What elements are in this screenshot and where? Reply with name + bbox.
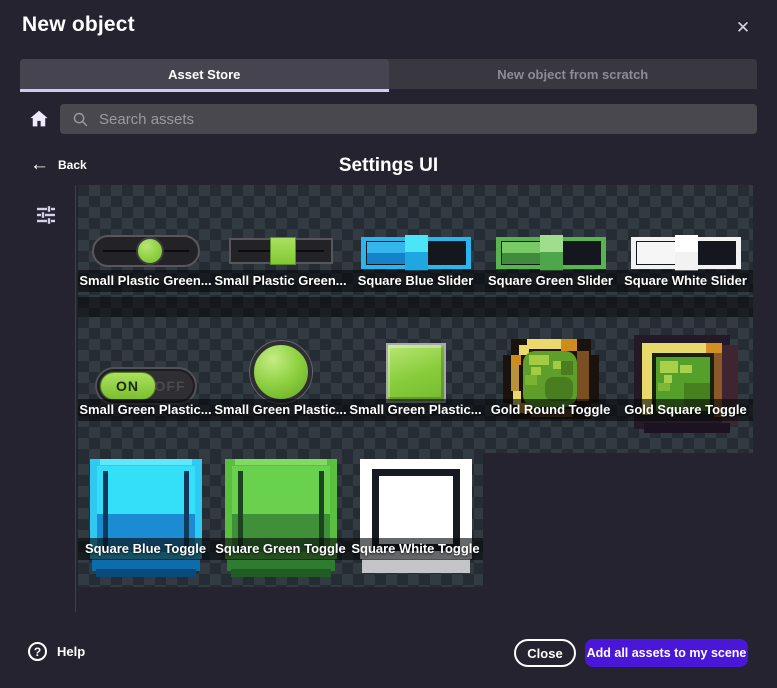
asset-tile[interactable]: Square Green Slider <box>483 185 618 297</box>
new-object-dialog: New object ✕ Asset Store New object from… <box>0 0 777 688</box>
search-input[interactable] <box>97 110 757 129</box>
asset-label: Square Blue Toggle <box>78 538 213 560</box>
asset-row-toggles-large: Square Blue Toggle Square Green Toggle S… <box>78 453 483 587</box>
asset-tile[interactable]: Small Plastic Green... <box>78 185 213 297</box>
asset-row-toggles-small: ONOFFSmall Green Plastic...Small Green P… <box>78 317 753 453</box>
asset-tile[interactable]: Square White Toggle <box>348 453 483 587</box>
asset-tile[interactable]: Square Green Toggle <box>213 453 348 587</box>
add-all-assets-button[interactable]: Add all assets to my scene <box>585 639 748 667</box>
square-toggle-blue-preview <box>90 459 202 582</box>
asset-label: Square White Toggle <box>348 538 483 560</box>
search-bar <box>60 104 757 134</box>
asset-label: Gold Square Toggle <box>618 399 753 421</box>
button-square-preview <box>386 343 446 403</box>
asset-tile[interactable]: Square Blue Slider <box>348 185 483 297</box>
panel-divider <box>75 185 76 612</box>
asset-tile[interactable]: Small Plastic Green... <box>213 185 348 297</box>
back-button[interactable]: ← Back <box>30 155 87 174</box>
asset-label: Square Blue Slider <box>348 270 483 292</box>
asset-tile[interactable]: Square Blue Toggle <box>78 453 213 587</box>
asset-row-sliders: Small Plastic Green...Small Plastic Gree… <box>78 185 753 297</box>
asset-label: Small Green Plastic... <box>348 399 483 421</box>
filter-tune-icon[interactable] <box>34 203 58 227</box>
tab-new-object-from-scratch[interactable]: New object from scratch <box>389 59 758 89</box>
asset-label: Gold Round Toggle <box>483 399 618 421</box>
asset-label: Square White Slider <box>618 270 753 292</box>
square-toggle-white-preview <box>360 459 472 582</box>
asset-tile[interactable]: ONOFFSmall Green Plastic... <box>78 317 213 453</box>
asset-label: Small Green Plastic... <box>78 399 213 421</box>
asset-tile[interactable]: Square White Slider <box>618 185 753 297</box>
asset-tile[interactable]: Gold Round Toggle <box>483 317 618 453</box>
close-button[interactable]: Close <box>514 639 576 667</box>
asset-grid: Small Plastic Green...Small Plastic Gree… <box>78 185 753 587</box>
help-icon: ? <box>28 642 47 661</box>
asset-tile[interactable]: Small Green Plastic... <box>348 317 483 453</box>
asset-label: Small Green Plastic... <box>213 399 348 421</box>
search-icon <box>72 111 89 128</box>
tab-bar: Asset Store New object from scratch <box>20 59 757 89</box>
asset-label: Small Plastic Green... <box>78 270 213 292</box>
dialog-title: New object <box>22 13 135 37</box>
tab-asset-store[interactable]: Asset Store <box>20 59 389 89</box>
asset-tile[interactable]: Small Green Plastic... <box>213 317 348 453</box>
section-title: Settings UI <box>0 155 777 177</box>
gold-square-preview <box>634 335 738 438</box>
bar-slider-preview <box>229 235 333 264</box>
asset-label: Small Plastic Green... <box>213 270 348 292</box>
asset-tile[interactable]: Gold Square Toggle <box>618 317 753 453</box>
asset-label: Square Green Toggle <box>213 538 348 560</box>
asset-label: Square Green Slider <box>483 270 618 292</box>
help-button[interactable]: ? Help <box>28 642 85 661</box>
square-toggle-green-preview <box>225 459 337 582</box>
button-circle-preview <box>250 341 312 403</box>
back-arrow-icon: ← <box>30 155 49 174</box>
pill-slider-preview <box>92 235 200 267</box>
close-icon[interactable]: ✕ <box>731 16 755 40</box>
row-separator <box>78 297 753 317</box>
home-icon[interactable] <box>26 105 52 133</box>
